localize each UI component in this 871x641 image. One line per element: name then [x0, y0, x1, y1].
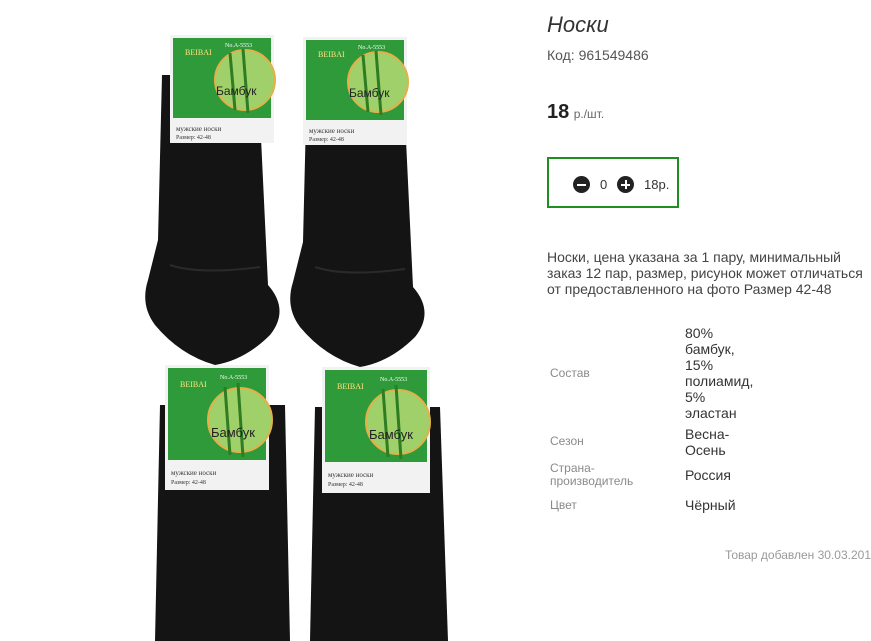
color-label: Цвет	[550, 498, 577, 512]
tag-type-text: мужские носки	[176, 125, 222, 133]
tag-article-text: No.A-5553	[380, 377, 407, 383]
quantity-value: 0	[600, 177, 608, 192]
country-label: Страна- производитель	[550, 462, 633, 488]
composition-value: 80% бамбук, 15% полиамид, 5% эластан	[685, 325, 775, 421]
tag-type-text: мужские носки	[171, 469, 217, 477]
tag-line-text: Бамбук	[216, 84, 257, 98]
country-label-line: производитель	[550, 474, 634, 488]
tag-line-text: Бамбук	[349, 86, 390, 100]
composition-label: Состав	[550, 366, 590, 380]
composition-line: эластан	[685, 405, 737, 421]
tag-size-text: Размер: 42-48	[176, 135, 211, 141]
product-description: Носки, цена указана за 1 пару, минимальн…	[547, 249, 863, 297]
added-date: Товар добавлен 30.03.201	[724, 548, 871, 562]
tag-size-text: Размер: 42-48	[309, 137, 344, 143]
composition-line: 5%	[685, 389, 706, 405]
season-line: Весна-	[685, 426, 730, 442]
tag-size-text: Размер: 42-48	[328, 482, 363, 488]
quantity-total: 18р.	[644, 177, 670, 192]
tag-article-text: No.A-5553	[358, 45, 385, 51]
tag-line-text: Бамбук	[369, 427, 413, 442]
price-unit: р./шт.	[573, 107, 605, 121]
tag-article-text: No.A-5553	[225, 43, 252, 49]
composition-line: полиамид,	[685, 373, 754, 389]
price-value: 18	[547, 101, 570, 123]
composition-line: бамбук,	[685, 341, 735, 357]
product-title: Носки	[547, 12, 609, 37]
country-value: Россия	[685, 467, 731, 483]
sock-bottom-left: BEIBAI No.A-5553 Бамбук мужские носки Ра…	[155, 365, 295, 641]
color-value: Чёрный	[685, 497, 736, 513]
product-price: 18 р./шт.	[547, 101, 604, 124]
tag-brand-text: BEIBAI	[318, 50, 345, 59]
quantity-selector: 0 18р.	[547, 157, 679, 208]
tag-brand-text: BEIBAI	[180, 380, 207, 389]
tag-brand-text: BEIBAI	[337, 382, 364, 391]
tag-line-text: Бамбук	[211, 425, 255, 440]
sock-top-right: BEIBAI No.A-5553 Бамбук мужские носки Ра…	[285, 37, 445, 372]
tag-type-text: мужские носки	[328, 471, 374, 479]
plus-icon[interactable]	[617, 176, 634, 193]
tag-type-text: мужские носки	[309, 127, 355, 135]
composition-line: 15%	[685, 357, 714, 373]
minus-icon[interactable]	[573, 176, 590, 193]
product-code: Код: 961549486	[547, 47, 649, 63]
season-value: Весна- Осень	[685, 426, 775, 458]
season-label: Сезон	[550, 434, 584, 448]
sock-top-left: BEIBAI No.A-5553 Бамбук мужские носки Ра…	[140, 35, 300, 370]
tag-article-text: No.A-5553	[220, 375, 247, 381]
tag-brand-text: BEIBAI	[185, 48, 212, 57]
product-image[interactable]: BEIBAI No.A-5553 Бамбук мужские носки Ра…	[0, 0, 540, 641]
season-line: Осень	[685, 442, 726, 458]
composition-line: 80%	[685, 325, 714, 341]
tag-size-text: Размер: 42-48	[171, 480, 206, 486]
sock-bottom-right: BEIBAI No.A-5553 Бамбук мужские носки Ра…	[310, 367, 450, 641]
